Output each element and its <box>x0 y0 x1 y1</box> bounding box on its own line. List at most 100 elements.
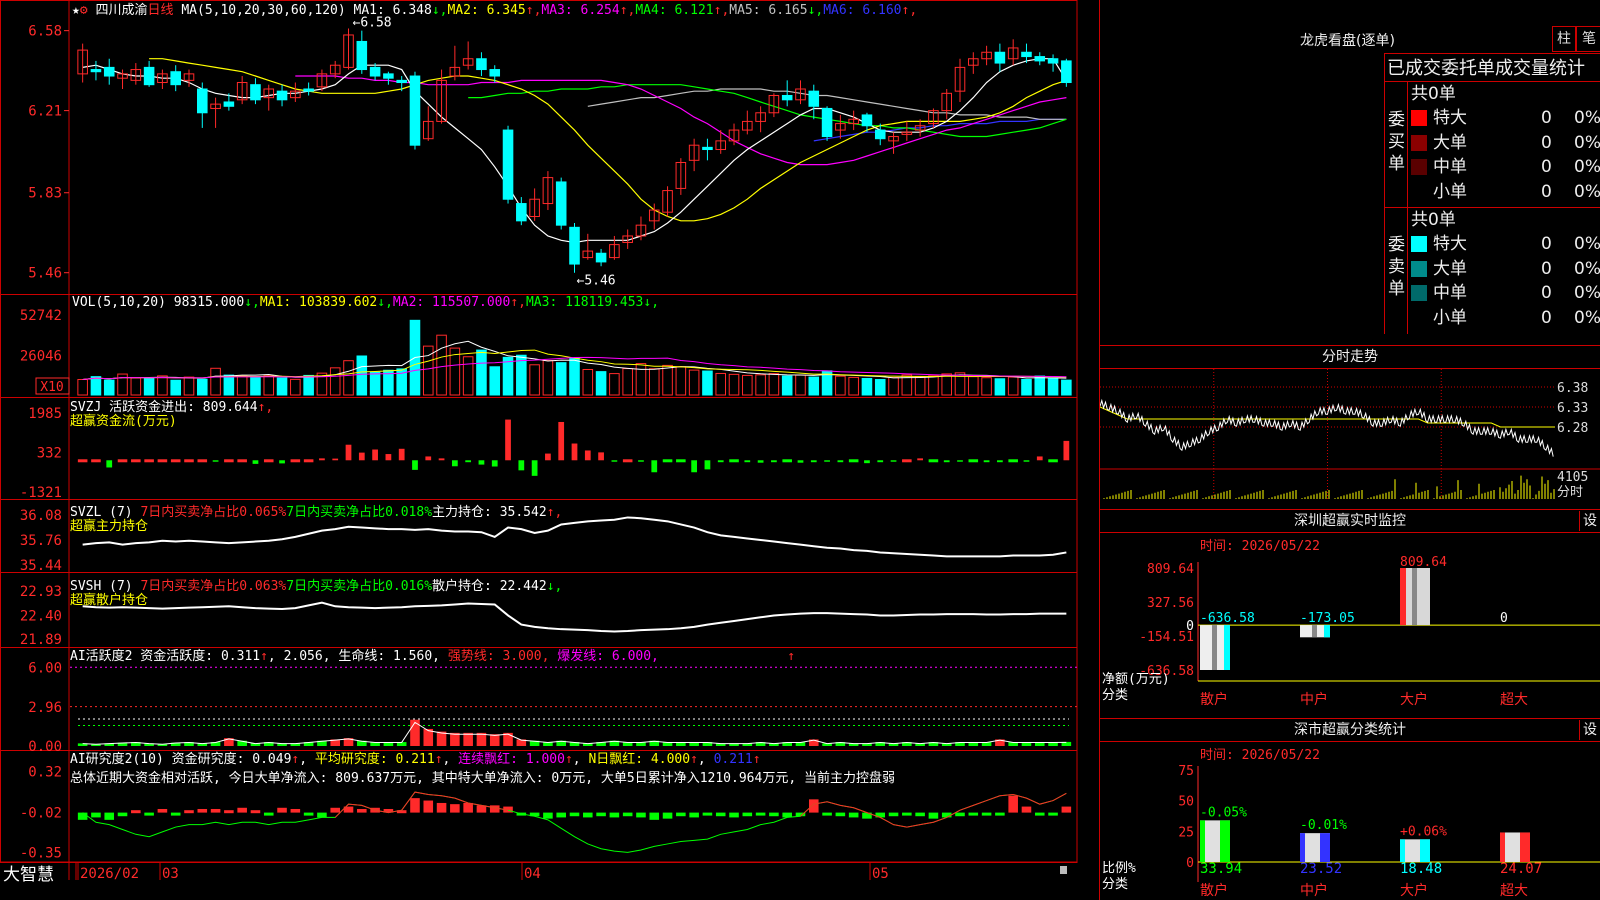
stats-change-label: -0.01% <box>1300 818 1347 833</box>
monitor-xtitle: 分类 <box>1102 688 1128 703</box>
svzj-dash <box>902 459 912 463</box>
volume-bar <box>502 356 514 396</box>
longhu-zhu-button[interactable]: 柱 <box>1552 26 1576 52</box>
low-marker: ←5.46 <box>577 274 616 289</box>
volume-bar <box>489 366 501 396</box>
volume-bar <box>569 357 580 396</box>
ai2-bar <box>822 812 832 816</box>
stats-xtitle: 分类 <box>1102 877 1128 892</box>
main-chart[interactable]: 6.58 6.21 5.83 5.46 ★⚙ 四川成渝日线 MA(5,10,20,30,… <box>0 0 1100 900</box>
ai2-tick-label: -0.35 <box>20 845 62 861</box>
svzj-dash <box>197 459 208 463</box>
volume-bar <box>622 368 633 396</box>
svzj-bar <box>757 460 764 463</box>
ai2-bar <box>184 810 194 814</box>
monitor-bar-edge <box>1400 568 1406 626</box>
candle <box>702 146 713 151</box>
volume-bar <box>263 375 275 396</box>
row-label: 大单 <box>1433 132 1467 153</box>
svzj-dash <box>729 459 739 463</box>
sell-total: 共0单 <box>1411 210 1456 230</box>
intraday-chart[interactable]: 6.38 6.33 6.28 4105分时 <box>1100 369 1600 509</box>
ai2-tick-label: -0.02 <box>20 806 62 822</box>
svzj-bar <box>864 460 870 464</box>
svzj-bar <box>505 419 511 461</box>
volume-bar <box>303 374 314 396</box>
monitor-value-label: 809.64 <box>1400 555 1447 570</box>
svzj-bar <box>451 460 458 467</box>
ai2-summary: 总体近期大资金相对活跃, 今日大单净流入: 809.637万元, 其中特大单净流… <box>70 770 895 786</box>
stats-date: 时间: 2026/05/22 <box>1200 748 1320 763</box>
ai2-bar <box>649 812 660 820</box>
sell-side-label: 委卖单 <box>1388 235 1405 299</box>
svzj-bar <box>545 453 551 461</box>
candle <box>223 101 235 107</box>
longhu-buy-row: 大单 0 0% <box>1411 131 1600 155</box>
sz-stats-settings-button[interactable]: 设 <box>1579 720 1600 740</box>
stats-bar-edge <box>1500 832 1505 862</box>
ai2-bar <box>835 812 846 817</box>
svzj-bar <box>810 460 817 463</box>
ai1-tick-label: 0.00 <box>28 739 62 755</box>
volume-unit: X10 <box>40 380 63 395</box>
volume-bar <box>928 375 939 396</box>
ai2-bar <box>1008 795 1018 813</box>
svzj-bar <box>531 460 538 476</box>
ai2-bar <box>556 812 566 818</box>
volume-bar <box>1021 378 1032 396</box>
volume-bar <box>768 373 780 396</box>
intraday-vol-tick: 4105 <box>1557 470 1588 485</box>
ai2-bar <box>317 812 327 818</box>
svzj-bar <box>584 450 591 461</box>
svzl-tick-label: 35.76 <box>20 533 62 549</box>
monitor-bar-mid <box>1412 568 1417 626</box>
stats-value-label: 24.07 <box>1500 861 1542 877</box>
stats-bar-edge <box>1300 833 1305 862</box>
stats-tick-label: 25 <box>1178 825 1194 840</box>
longhu-sell-row: 中单 0 0% <box>1411 281 1600 305</box>
monitor-bar-mid <box>1212 625 1217 670</box>
candle <box>516 203 527 222</box>
svzj-bar <box>943 460 950 463</box>
candle <box>994 51 1006 64</box>
svzj-dash <box>91 459 101 463</box>
candle <box>595 252 607 263</box>
ai2-bar <box>941 812 952 818</box>
monitor-tick-label: 809.64 <box>1147 562 1194 577</box>
row-pct: 0% <box>1574 258 1600 279</box>
row-pct: 0% <box>1574 132 1600 153</box>
stats-value-label: 23.52 <box>1300 861 1342 877</box>
longhu-bi-button[interactable]: 笔 <box>1576 26 1600 52</box>
volume-bar <box>369 371 381 396</box>
svzj-bar <box>611 460 618 462</box>
candle <box>303 88 314 92</box>
volume-bar <box>968 376 979 396</box>
stats-category-label: 中户 <box>1300 882 1328 899</box>
ai2-bar <box>928 812 939 819</box>
volume-bar <box>276 377 288 396</box>
monitor-category-label: 超大 <box>1500 692 1528 708</box>
svzl-tick-label: 36.08 <box>20 508 62 524</box>
svzj-bar <box>877 460 884 463</box>
sz-monitor-chart: 时间: 2026/05/22809.64327.56-154.51-636.58… <box>1102 539 1600 708</box>
intraday-price-line <box>1100 398 1554 457</box>
ai2-bar <box>662 812 673 819</box>
volume-bar <box>1007 376 1019 396</box>
ai2-bar <box>808 799 819 813</box>
ai2-bar <box>170 812 181 816</box>
ai2-bar <box>902 812 912 816</box>
svzl-tick-label: 35.44 <box>20 558 62 574</box>
candle <box>874 129 886 140</box>
volume-bar <box>236 375 248 396</box>
svzj-bar <box>279 460 285 464</box>
longhu-buy-row: 小单 0 0% <box>1411 180 1600 204</box>
row-pct: 0% <box>1574 283 1600 303</box>
sz-monitor-settings-button[interactable]: 设 <box>1579 511 1600 531</box>
ai2-bar <box>263 812 274 816</box>
ai2-bar <box>250 810 261 814</box>
svzj-bar <box>558 421 565 461</box>
ai2-bar <box>157 808 168 813</box>
volume-bar <box>981 377 992 396</box>
svzj-bar <box>997 460 1003 463</box>
svzj-bar <box>106 460 113 468</box>
